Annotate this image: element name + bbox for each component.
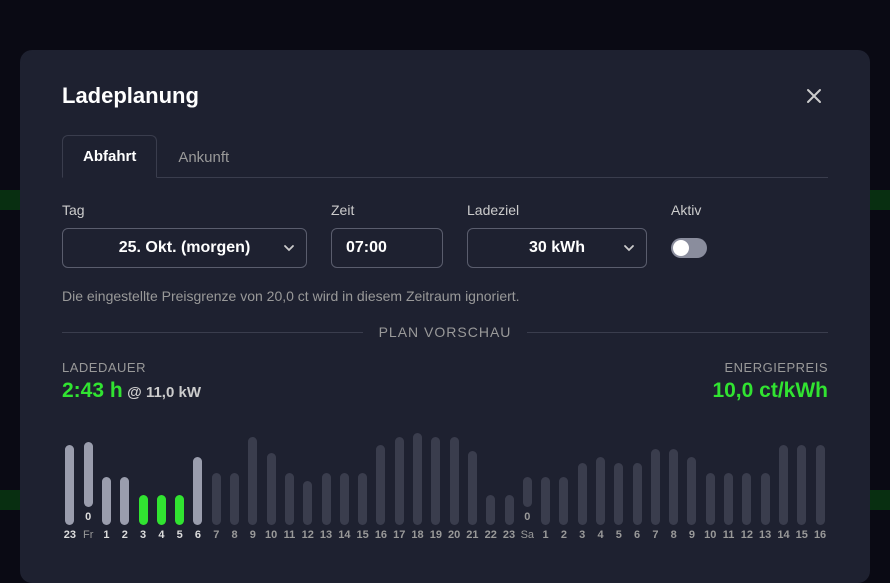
chart-bar: 13 <box>318 473 334 541</box>
chart-bar: 20 <box>446 437 462 541</box>
chart-bar: 7 <box>648 449 664 541</box>
chart-bar: 7 <box>208 473 224 541</box>
active-toggle[interactable] <box>671 238 707 258</box>
chart-bar: 0Sa <box>519 477 535 541</box>
chart-bar: 8 <box>227 473 243 541</box>
chart-bar: 6 <box>629 463 645 541</box>
tabs: Abfahrt Ankunft <box>62 134 828 178</box>
price-chart: 230Fr12345678910111213141516171819202122… <box>62 421 828 541</box>
chart-bar: 3 <box>135 495 151 541</box>
chart-bar: 6 <box>190 457 206 541</box>
day-select[interactable]: 25. Okt. (morgen) <box>62 228 307 268</box>
chart-bar: 8 <box>666 449 682 541</box>
chart-bar: 21 <box>465 451 481 541</box>
chart-bar: 19 <box>428 437 444 541</box>
price-value: 10,0 ct/kWh <box>712 379 828 403</box>
tab-arrival[interactable]: Ankunft <box>157 135 250 178</box>
chart-bar: 0Fr <box>80 442 96 541</box>
time-input[interactable] <box>331 228 443 268</box>
chart-bar: 5 <box>611 463 627 541</box>
duration-value: 2:43 h <box>62 379 123 402</box>
chart-bar: 10 <box>702 473 718 541</box>
chart-bar: 11 <box>721 473 737 541</box>
chart-bar: 5 <box>172 495 188 541</box>
chart-bar: 2 <box>556 477 572 541</box>
chart-bar: 3 <box>574 463 590 541</box>
chart-bar: 13 <box>757 473 773 541</box>
target-select[interactable]: 30 kWh <box>467 228 647 268</box>
duration-sub: @ 11,0 kW <box>127 384 201 401</box>
chart-bar: 9 <box>684 457 700 541</box>
divider <box>62 332 363 333</box>
chart-bar: 17 <box>391 437 407 541</box>
duration-label: LADEDAUER <box>62 360 201 375</box>
chart-bar: 11 <box>282 473 298 541</box>
chart-bar: 2 <box>117 477 133 541</box>
price-label: ENERGIEPREIS <box>712 360 828 375</box>
chart-bar: 10 <box>263 453 279 541</box>
chart-bar: 12 <box>739 473 755 541</box>
chart-bar: 4 <box>593 457 609 541</box>
chart-bar: 16 <box>812 445 828 541</box>
chart-bar: 22 <box>483 495 499 541</box>
chart-bar: 12 <box>300 481 316 541</box>
close-icon <box>804 86 824 106</box>
charge-planning-modal: Ladeplanung Abfahrt Ankunft Tag 25. Okt.… <box>20 50 870 583</box>
close-button[interactable] <box>800 82 828 110</box>
chart-bar: 1 <box>538 477 554 541</box>
chart-bar: 9 <box>245 437 261 541</box>
chart-bar: 1 <box>99 477 115 541</box>
divider <box>527 332 828 333</box>
preview-heading: PLAN VORSCHAU <box>379 324 512 340</box>
chart-bar: 15 <box>355 473 371 541</box>
chart-bar: 4 <box>153 495 169 541</box>
chart-bar: 14 <box>776 445 792 541</box>
tab-departure[interactable]: Abfahrt <box>62 135 157 178</box>
chart-bar: 23 <box>501 495 517 541</box>
chart-bar: 14 <box>336 473 352 541</box>
info-text: Die eingestellte Preisgrenze von 20,0 ct… <box>62 288 828 304</box>
time-label: Zeit <box>331 202 443 218</box>
target-label: Ladeziel <box>467 202 647 218</box>
chart-bar: 15 <box>794 445 810 541</box>
chart-bar: 23 <box>62 445 78 541</box>
chart-bar: 16 <box>373 445 389 541</box>
active-label: Aktiv <box>671 202 707 218</box>
chart-bar: 18 <box>410 433 426 541</box>
day-label: Tag <box>62 202 307 218</box>
modal-title: Ladeplanung <box>62 83 199 109</box>
